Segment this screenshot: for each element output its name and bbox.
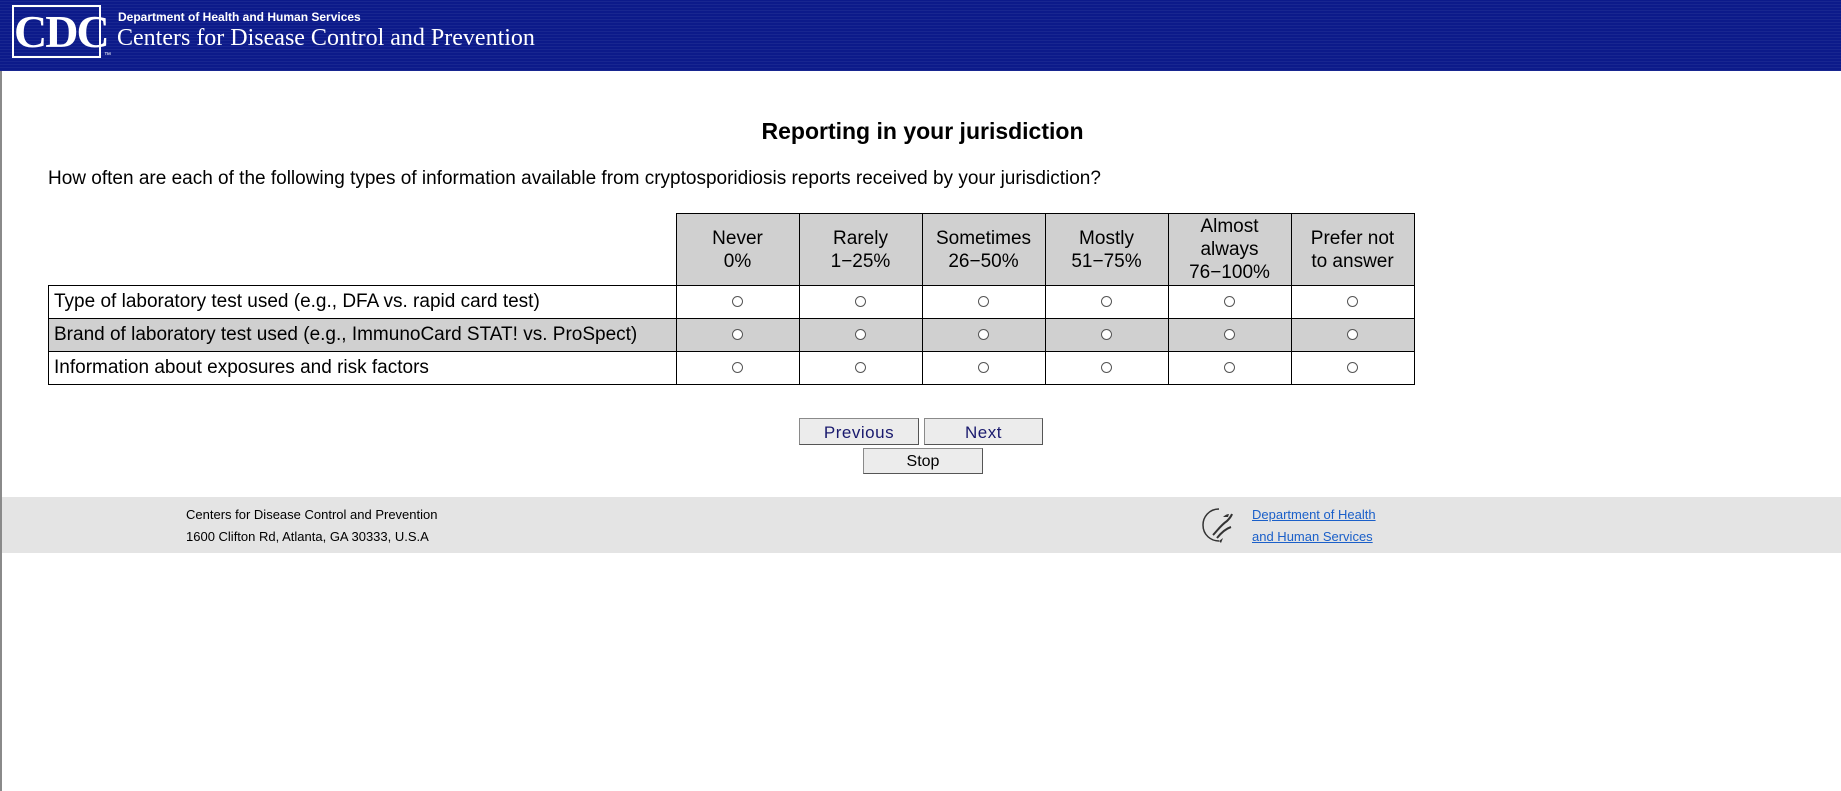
row-label: Type of laboratory test used (e.g., DFA …: [48, 285, 677, 319]
radio-cell: [1290, 285, 1415, 319]
radio-cell: [1044, 285, 1169, 319]
radio-cell: [675, 318, 800, 352]
radio-button[interactable]: [855, 362, 866, 374]
response-matrix: Never 0% Rarely 1−25% Sometimes 26−50% Most…: [48, 213, 1415, 385]
department-name: Department of Health and Human Services: [118, 10, 361, 24]
row-label: Brand of laboratory test used (e.g., Imm…: [48, 318, 677, 352]
row-label: Information about exposures and risk fac…: [48, 351, 677, 385]
page-title: Reporting in your jurisdiction: [761, 118, 1084, 144]
radio-cell: [1167, 351, 1292, 385]
radio-cell: [1290, 351, 1415, 385]
agency-name: Centers for Disease Control and Preventi…: [117, 25, 535, 51]
hhs-eagle-icon[interactable]: [1199, 505, 1239, 545]
radio-cell: [921, 318, 1046, 352]
matrix-corner: [49, 214, 677, 286]
radio-cell: [798, 285, 923, 319]
radio-button[interactable]: [1101, 296, 1112, 308]
footer-address-line1: Centers for Disease Control and Preventi…: [186, 507, 438, 522]
radio-button[interactable]: [978, 329, 989, 341]
matrix-row-exposures: Information about exposures and risk fac…: [48, 351, 1415, 385]
radio-cell: [798, 318, 923, 352]
trademark-mark: ™: [104, 52, 111, 59]
site-footer: Centers for Disease Control and Preventi…: [2, 497, 1841, 553]
radio-button[interactable]: [978, 296, 989, 308]
radio-button[interactable]: [1224, 362, 1235, 374]
radio-cell: [921, 351, 1046, 385]
question-text: How often are each of the following type…: [48, 168, 1101, 189]
radio-button[interactable]: [978, 362, 989, 374]
radio-cell: [921, 285, 1046, 319]
radio-button[interactable]: [732, 329, 743, 341]
footer-address-line2: 1600 Clifton Rd, Atlanta, GA 30333, U.S.…: [186, 529, 429, 544]
radio-cell: [1044, 318, 1169, 352]
previous-button[interactable]: Previous: [799, 418, 919, 445]
column-header-almost-always: Almost always 76−100%: [1167, 213, 1292, 286]
radio-cell: [798, 351, 923, 385]
radio-button[interactable]: [1347, 362, 1358, 374]
site-header: CDC ™ Department of Health and Human Ser…: [0, 0, 1841, 71]
radio-cell: [1044, 351, 1169, 385]
radio-button[interactable]: [1224, 296, 1235, 308]
radio-cell: [675, 285, 800, 319]
column-header-sometimes: Sometimes 26−50%: [921, 213, 1046, 286]
radio-button[interactable]: [855, 296, 866, 308]
radio-cell: [1290, 318, 1415, 352]
column-header-rarely: Rarely 1−25%: [798, 213, 923, 286]
column-header-prefer-not: Prefer not to answer: [1290, 213, 1415, 286]
radio-button[interactable]: [855, 329, 866, 341]
stop-button[interactable]: Stop: [863, 448, 983, 474]
matrix-row-lab-test-type: Type of laboratory test used (e.g., DFA …: [48, 285, 1415, 319]
matrix-header-row: Never 0% Rarely 1−25% Sometimes 26−50% Most…: [49, 213, 1415, 286]
next-button[interactable]: Next: [924, 418, 1043, 445]
cdc-logo[interactable]: CDC: [12, 5, 110, 58]
radio-button[interactable]: [732, 296, 743, 308]
radio-button[interactable]: [1101, 329, 1112, 341]
column-header-mostly: Mostly 51−75%: [1044, 213, 1169, 286]
radio-cell: [1167, 318, 1292, 352]
radio-button[interactable]: [1347, 296, 1358, 308]
matrix-row-lab-test-brand: Brand of laboratory test used (e.g., Imm…: [48, 318, 1415, 352]
radio-button[interactable]: [1101, 362, 1112, 374]
radio-cell: [675, 351, 800, 385]
radio-cell: [1167, 285, 1292, 319]
radio-button[interactable]: [1347, 329, 1358, 341]
hhs-link-line2[interactable]: and Human Services: [1252, 529, 1373, 544]
column-header-never: Never 0%: [675, 213, 800, 286]
hhs-link-line1[interactable]: Department of Health: [1252, 507, 1376, 522]
radio-button[interactable]: [732, 362, 743, 374]
radio-button[interactable]: [1224, 329, 1235, 341]
